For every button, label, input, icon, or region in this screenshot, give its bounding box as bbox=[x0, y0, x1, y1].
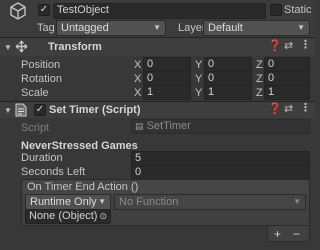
scale-z-input[interactable]: 1 bbox=[264, 85, 310, 100]
chevron-down-icon: ▼ bbox=[297, 23, 305, 32]
position-z-input[interactable]: 0 bbox=[264, 57, 310, 72]
expand-arrow-icon[interactable]: ▼ bbox=[4, 105, 12, 116]
static-label: Static bbox=[284, 4, 312, 16]
seconds-left-label: Seconds Left bbox=[21, 166, 86, 178]
expand-arrow-icon[interactable]: ▼ bbox=[4, 42, 12, 53]
axis-z-label[interactable]: Z bbox=[256, 73, 263, 85]
runtime-value: Runtime Only bbox=[30, 196, 97, 208]
kebab-menu-icon[interactable]: ⋮ bbox=[300, 103, 311, 114]
preset-icon[interactable]: ⇄ bbox=[284, 41, 293, 52]
transform-title: Transform bbox=[48, 41, 102, 53]
gameobject-cube-icon bbox=[10, 2, 26, 20]
event-title: On Timer End Action () bbox=[27, 181, 139, 193]
layer-value: Default bbox=[208, 22, 243, 34]
object-picker-icon[interactable]: ⊙ bbox=[99, 210, 107, 223]
remove-button[interactable]: − bbox=[293, 227, 300, 241]
duration-input[interactable]: 5 bbox=[131, 151, 310, 166]
preset-icon[interactable]: ⇄ bbox=[284, 104, 293, 115]
tag-value: Untagged bbox=[61, 22, 109, 34]
section-title: NeverStressed Games bbox=[21, 140, 138, 152]
axis-y-label[interactable]: Y bbox=[195, 73, 202, 85]
rotation-label: Rotation bbox=[21, 73, 62, 85]
scale-y-input[interactable]: 1 bbox=[204, 85, 252, 100]
layer-dropdown[interactable]: Default ▼ bbox=[203, 20, 310, 36]
axis-z-label[interactable]: Z bbox=[256, 59, 263, 71]
chevron-down-icon: ▼ bbox=[98, 197, 106, 206]
event-header: On Timer End Action () bbox=[21, 179, 310, 195]
script-value: SetTimer bbox=[146, 120, 191, 132]
script-label: Script bbox=[21, 122, 50, 134]
axis-z-label[interactable]: Z bbox=[256, 87, 263, 99]
runtime-dropdown[interactable]: Runtime Only ▼ bbox=[25, 194, 111, 210]
kebab-menu-icon[interactable]: ⋮ bbox=[300, 40, 311, 51]
script-field: ▤ SetTimer bbox=[131, 119, 310, 134]
axis-y-label[interactable]: Y bbox=[195, 59, 202, 71]
tag-label: Tag bbox=[37, 22, 55, 34]
chevron-down-icon: ▼ bbox=[293, 197, 301, 206]
set-timer-title: Set Timer (Script) bbox=[49, 104, 141, 116]
help-icon[interactable]: ❓ bbox=[268, 104, 282, 115]
rotation-x-input[interactable]: 0 bbox=[143, 71, 191, 86]
tag-dropdown[interactable]: Untagged ▼ bbox=[56, 20, 166, 36]
set-timer-enabled-checkbox[interactable]: ✓ bbox=[34, 104, 46, 116]
scale-label: Scale bbox=[21, 87, 49, 99]
layer-label: Layer bbox=[178, 22, 206, 34]
function-value: No Function bbox=[119, 196, 179, 208]
gameobject-name-input[interactable]: TestObject bbox=[53, 3, 266, 19]
script-file-icon bbox=[15, 103, 27, 117]
axis-x-label[interactable]: X bbox=[134, 73, 141, 85]
rotation-z-input[interactable]: 0 bbox=[264, 71, 310, 86]
axis-y-label[interactable]: Y bbox=[195, 87, 202, 99]
duration-label: Duration bbox=[21, 152, 63, 164]
transform-icon bbox=[15, 40, 28, 53]
scale-x-input[interactable]: 1 bbox=[143, 85, 191, 100]
gameobject-active-checkbox[interactable]: ✓ bbox=[38, 4, 50, 16]
axis-x-label[interactable]: X bbox=[134, 59, 141, 71]
axis-x-label[interactable]: X bbox=[134, 87, 141, 99]
static-checkbox[interactable] bbox=[270, 4, 282, 16]
function-dropdown[interactable]: No Function ▼ bbox=[114, 194, 306, 210]
help-icon[interactable]: ❓ bbox=[268, 41, 282, 52]
add-button[interactable]: + bbox=[274, 227, 281, 241]
script-file-icon: ▤ bbox=[135, 121, 144, 131]
seconds-left-input[interactable]: 0 bbox=[131, 165, 310, 180]
position-label: Position bbox=[21, 59, 61, 71]
rotation-y-input[interactable]: 0 bbox=[204, 71, 252, 86]
chevron-down-icon: ▼ bbox=[153, 23, 161, 32]
position-x-input[interactable]: 0 bbox=[143, 57, 191, 72]
object-value: None (Object) bbox=[29, 210, 98, 222]
object-field[interactable]: None (Object) ⊙ bbox=[25, 209, 111, 224]
position-y-input[interactable]: 0 bbox=[204, 57, 252, 72]
